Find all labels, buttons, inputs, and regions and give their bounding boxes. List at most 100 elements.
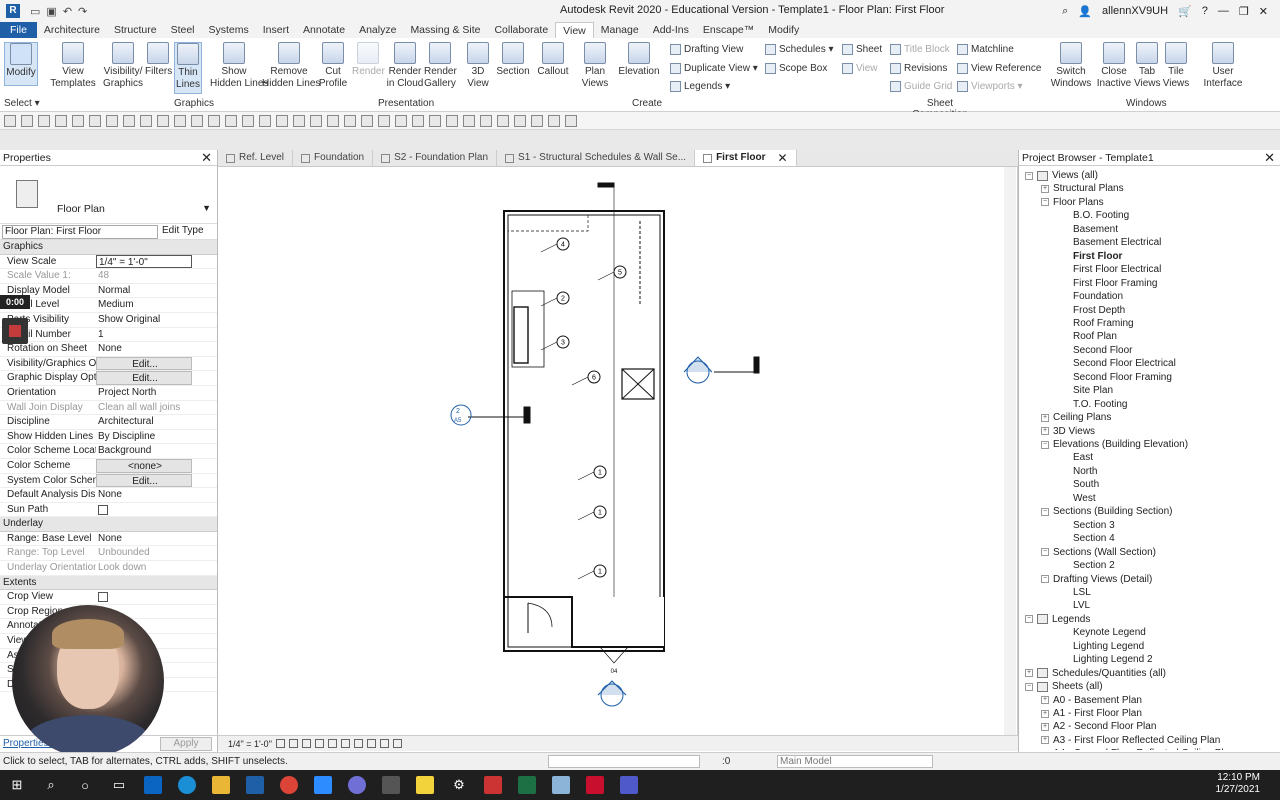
toolbar-icon[interactable] [497,114,509,127]
property-value[interactable]: 48 [96,269,192,283]
collapse-icon[interactable]: − [1041,440,1049,449]
property-value[interactable]: Architectural [96,415,192,429]
property-value[interactable]: Clean all wall joins [96,401,192,415]
browser-node[interactable]: Second Floor [1073,344,1132,357]
property-value[interactable]: Look down [96,561,192,575]
revisions-button[interactable]: Revisions [890,63,947,74]
save-icon[interactable]: ▣ [46,5,56,18]
properties-section[interactable]: Graphics [0,240,217,255]
expand-icon[interactable]: + [1041,427,1049,436]
toolbar-icon[interactable] [480,114,492,127]
app-icon[interactable] [340,770,374,800]
tab-add-ins[interactable]: Add-Ins [646,22,696,38]
browser-node[interactable]: Lighting Legend 2 [1073,653,1153,666]
analytical-icon[interactable] [392,739,402,748]
browser-node[interactable]: − Views (all) [1025,169,1098,182]
property-checkbox[interactable] [98,504,108,515]
view-tab[interactable]: Foundation [293,150,374,166]
close-tab-icon[interactable]: ✕ [778,150,788,166]
filters-button[interactable]: Filters [145,42,172,78]
expand-icon[interactable]: + [1025,669,1033,678]
browser-node[interactable]: Site Plan [1073,384,1113,397]
browser-node[interactable]: +A4 - Second Floor Reflected Ceiling Pla… [1041,747,1235,750]
browser-node[interactable]: Section 3 [1073,519,1115,532]
view-tab[interactable]: S1 - Structural Schedules & Wall Se... [497,150,696,166]
collapse-icon[interactable]: − [1025,171,1033,180]
close-browser-icon[interactable]: ✕ [1264,150,1275,166]
help-icon[interactable]: ? [1202,5,1208,17]
browser-node[interactable]: Section 4 [1073,532,1115,545]
search-icon[interactable]: ⌕ [34,770,68,800]
outlook-icon[interactable] [136,770,170,800]
browser-node[interactable]: Basement Electrical [1073,236,1161,249]
collapse-icon[interactable]: − [1041,548,1049,557]
scope-box-button[interactable]: Scope Box [765,63,827,74]
minimize-button[interactable]: — [1218,5,1229,17]
browser-node[interactable]: + A1 - First Floor Plan [1041,707,1142,720]
duplicate-view-button[interactable]: Duplicate View ▾ [670,63,758,74]
toolbar-icon[interactable] [531,114,543,127]
browser-node[interactable]: − Legends [1025,613,1090,626]
tab-systems[interactable]: Systems [202,22,256,38]
teams-icon[interactable] [612,770,646,800]
windows-start-icon[interactable]: ⊞ [0,770,34,800]
browser-node[interactable]: Second Floor Electrical [1073,357,1176,370]
browser-node[interactable]: − Sections (Building Section) [1041,505,1173,518]
type-selector[interactable]: Floor Plan ▼ [0,166,217,224]
tab-steel[interactable]: Steel [164,22,202,38]
browser-node[interactable]: − Drafting Views (Detail) [1041,573,1152,586]
browser-node[interactable]: T.O. Footing [1073,398,1127,411]
open-icon[interactable]: ▭ [30,5,40,18]
property-value[interactable]: 1 [96,328,192,342]
close-inactive-button[interactable]: Close Inactive [1096,42,1132,90]
browser-node[interactable]: − Sheets (all) [1025,680,1103,693]
show-crop-icon[interactable] [340,739,350,748]
sun-path-icon[interactable] [301,739,311,748]
toolbar-icon[interactable] [38,114,50,127]
search-icon[interactable]: ⌕ [1062,5,1068,18]
browser-node[interactable]: West [1073,492,1096,505]
browser-node[interactable]: First Floor [1073,250,1122,263]
zoom-icon[interactable] [306,770,340,800]
title-block-button[interactable]: Title Block [890,44,950,55]
property-value[interactable] [96,590,192,604]
browser-node[interactable]: Roof Plan [1073,330,1117,343]
toolbar-icon[interactable] [259,114,271,127]
browser-node[interactable]: Roof Framing [1073,317,1134,330]
record-stop-icon[interactable] [2,318,28,344]
callout-button[interactable]: Callout [536,42,570,78]
excel-icon[interactable] [510,770,544,800]
toolbar-icon[interactable] [412,114,424,127]
browser-node[interactable]: + A0 - Basement Plan [1041,694,1142,707]
browser-node[interactable]: + A2 - Second Floor Plan [1041,720,1156,733]
drawing-canvas[interactable]: 4 5 2 3 6 1 1 1 2 A5 04 [218,167,1220,735]
toolbar-icon[interactable] [463,114,475,127]
expand-icon[interactable]: + [1041,709,1049,718]
render-gallery-button[interactable]: Render Gallery [424,42,457,90]
revit-app-icon[interactable]: R [6,4,20,18]
toolbar-icon[interactable] [293,114,305,127]
view-tab[interactable]: Ref. Level [218,150,294,166]
browser-node[interactable]: Foundation [1073,290,1123,303]
browser-node[interactable]: South [1073,478,1099,491]
view-button[interactable]: View [842,63,878,74]
browser-node[interactable]: Second Floor Framing [1073,371,1172,384]
drafting-view-button[interactable]: Drafting View [670,44,743,55]
expand-icon[interactable]: + [1041,736,1049,745]
tab-enscape-[interactable]: Enscape™ [696,22,761,38]
expand-icon[interactable]: + [1041,184,1049,193]
tab-structure[interactable]: Structure [107,22,164,38]
toolbar-icon[interactable] [344,114,356,127]
guide-grid-button[interactable]: Guide Grid [890,81,952,92]
collapse-icon[interactable]: − [1025,615,1033,624]
cart-icon[interactable]: 🛒 [1178,5,1192,18]
redo-icon[interactable]: ↷ [78,5,87,18]
edge-icon[interactable] [170,770,204,800]
select-dropdown[interactable]: Select ▾ [4,98,40,109]
properties-section[interactable]: Underlay [0,517,217,532]
toolbar-icon[interactable] [565,114,577,127]
browser-node[interactable]: Lighting Legend [1073,640,1144,653]
property-checkbox[interactable] [98,592,108,603]
toolbar-icon[interactable] [395,114,407,127]
browser-node[interactable]: B.O. Footing [1073,209,1129,222]
